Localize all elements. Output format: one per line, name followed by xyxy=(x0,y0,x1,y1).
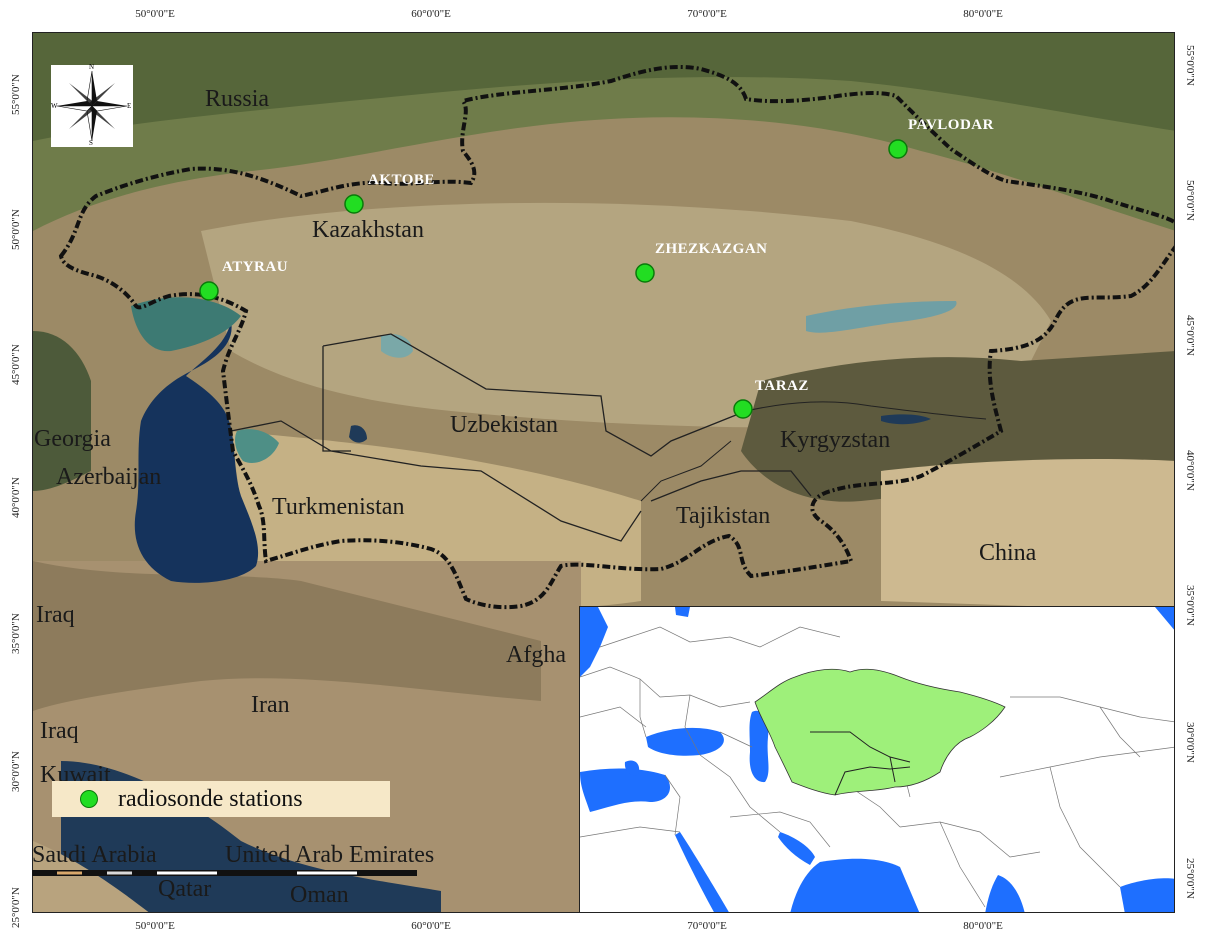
lat-tick-left-30: 30°0'0"N xyxy=(10,751,22,792)
label-qatar: Qatar xyxy=(158,876,212,902)
label-russia: Russia xyxy=(205,86,270,112)
label-china: China xyxy=(979,540,1037,566)
label-turkmenistan: Turkmenistan xyxy=(272,494,405,520)
lat-tick-left-40: 40°0'0"N xyxy=(10,477,22,518)
compass-s: S xyxy=(89,139,93,147)
label-afghanistan: Afgha xyxy=(506,642,566,668)
label-kyrgyzstan: Kyrgyzstan xyxy=(780,427,891,453)
lon-tick-bottom-80: 80°0'0"E xyxy=(963,920,1003,932)
station-marker-aktobe[interactable] xyxy=(344,194,364,214)
lon-tick-top-80: 80°0'0"E xyxy=(963,8,1003,20)
lat-tick-left-50: 50°0'0"N xyxy=(10,209,22,250)
lat-tick-right-25: 25°0'0"N xyxy=(1184,858,1196,899)
lon-tick-top-60: 60°0'0"E xyxy=(411,8,451,20)
station-marker-atyrau[interactable] xyxy=(199,281,219,301)
lon-tick-bottom-60: 60°0'0"E xyxy=(411,920,451,932)
label-uae: United Arab Emirates xyxy=(225,842,435,868)
lon-tick-bottom-50: 50°0'0"E xyxy=(135,920,175,932)
lat-tick-right-50: 50°0'0"N xyxy=(1184,180,1196,221)
label-georgia: Georgia xyxy=(34,426,111,452)
inset-map-canvas xyxy=(580,607,1174,912)
label-iraq-upper: Iraq xyxy=(36,602,75,628)
lat-tick-left-25: 25°0'0"N xyxy=(10,887,22,928)
label-uzbekistan: Uzbekistan xyxy=(450,412,558,438)
compass-rose-icon xyxy=(56,70,128,142)
station-marker-pavlodar[interactable] xyxy=(888,139,908,159)
compass-w: W xyxy=(51,102,58,110)
lat-tick-right-35: 35°0'0"N xyxy=(1184,585,1196,626)
label-iran: Iran xyxy=(251,692,290,718)
label-iraq-lower: Iraq xyxy=(40,718,79,744)
inset-locator-map[interactable] xyxy=(579,606,1175,913)
lat-tick-right-55: 55°0'0"N xyxy=(1184,45,1196,86)
lat-tick-right-30: 30°0'0"N xyxy=(1184,722,1196,763)
station-label-taraz: TARAZ xyxy=(755,378,809,394)
north-arrow: N S E W xyxy=(51,63,133,147)
scale-bar xyxy=(32,870,417,876)
compass-e: E xyxy=(127,102,132,110)
compass-n: N xyxy=(89,63,95,71)
label-saudi-arabia: Saudi Arabia xyxy=(32,842,157,868)
station-label-pavlodar: PAVLODAR xyxy=(908,117,994,133)
legend-label: radiosonde stations xyxy=(118,785,303,812)
station-label-zhezkazgan: ZHEZKAZGAN xyxy=(655,241,768,257)
legend-station-marker-icon xyxy=(80,790,98,808)
label-oman: Oman xyxy=(290,882,349,908)
station-label-atyrau: ATYRAU xyxy=(222,259,289,275)
lon-tick-top-70: 70°0'0"E xyxy=(687,8,727,20)
lat-tick-right-40: 40°0'0"N xyxy=(1184,450,1196,491)
label-tajikistan: Tajikistan xyxy=(676,503,771,529)
lat-tick-left-45: 45°0'0"N xyxy=(10,344,22,385)
legend: radiosonde stations xyxy=(52,781,390,817)
station-label-aktobe: AKTOBE xyxy=(368,172,435,188)
label-kazakhstan: Kazakhstan xyxy=(312,217,424,243)
lat-tick-left-35: 35°0'0"N xyxy=(10,613,22,654)
lat-tick-left-55: 55°0'0"N xyxy=(10,74,22,115)
lat-tick-right-45: 45°0'0"N xyxy=(1184,315,1196,356)
station-marker-taraz[interactable] xyxy=(733,399,753,419)
label-azerbaijan: Azerbaijan xyxy=(56,464,162,490)
station-marker-zhezkazgan[interactable] xyxy=(635,263,655,283)
terrain-desert-east xyxy=(881,459,1174,611)
lon-tick-bottom-70: 70°0'0"E xyxy=(687,920,727,932)
lon-tick-top-50: 50°0'0"E xyxy=(135,8,175,20)
